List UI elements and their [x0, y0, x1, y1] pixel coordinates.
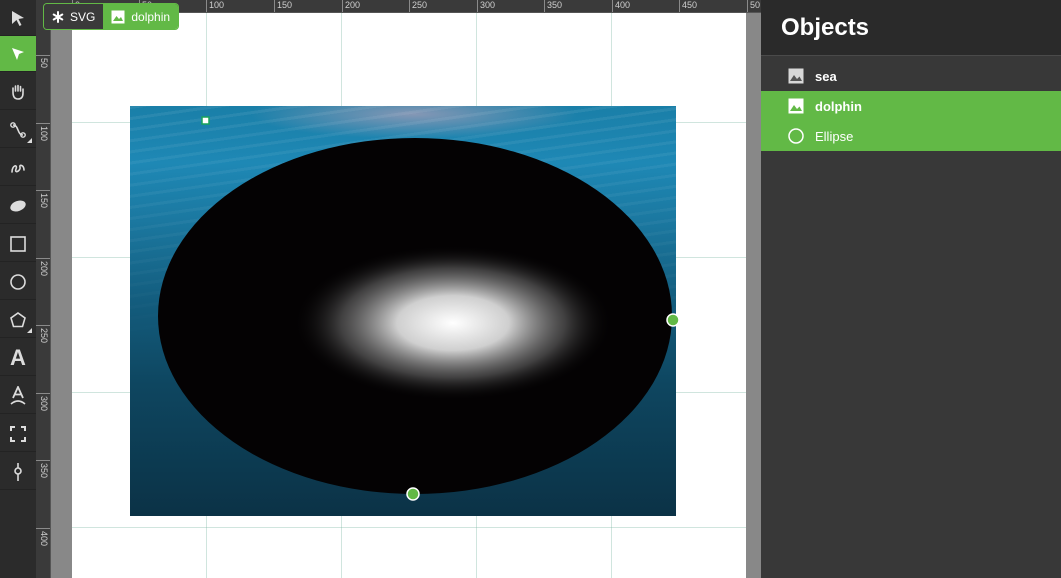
toolbar: A [0, 0, 37, 578]
ruler-tick [36, 460, 50, 461]
breadcrumb-dolphin-label: dolphin [131, 9, 171, 24]
ruler-label: 250 [412, 0, 428, 10]
node-path-icon [10, 121, 26, 138]
pin-node-icon [14, 462, 22, 481]
breadcrumb-dolphin[interactable]: dolphin [103, 4, 179, 29]
leaf-tool[interactable] [0, 188, 36, 224]
select-tool[interactable] [0, 0, 36, 36]
object-item-ellipse[interactable]: Ellipse [761, 121, 1061, 151]
ruler-tick [36, 325, 50, 326]
ruler-tick [36, 528, 50, 529]
submenu-corner-icon [27, 138, 32, 143]
object-item-label: sea [815, 68, 837, 84]
hand-icon [12, 84, 24, 100]
image-icon [788, 68, 804, 84]
ruler-label: 350 [547, 0, 563, 10]
objects-panel-title: Objects [781, 13, 870, 41]
ruler-left[interactable]: 50 100 150 200 250 300 350 400 [36, 12, 51, 578]
circle-icon [10, 273, 26, 290]
right-radius-handle[interactable] [666, 313, 680, 327]
submenu-corner-icon [27, 328, 32, 333]
frame-corners-icon [10, 425, 26, 442]
direct-select-arrow-icon [12, 47, 24, 60]
letter-a-icon: A [10, 344, 26, 370]
ruler-tick [36, 55, 50, 56]
ruler-tick [342, 0, 343, 12]
object-item-sea[interactable]: sea [761, 61, 1061, 91]
ruler-label: 400 [615, 0, 631, 10]
pencil-tool[interactable] [0, 150, 36, 186]
ruler-label: 200 [39, 261, 49, 277]
ruler-tick [477, 0, 478, 12]
crop-tool[interactable] [0, 416, 36, 452]
square-icon [10, 235, 26, 252]
ruler-label: 100 [39, 126, 49, 142]
ruler-tick [612, 0, 613, 12]
bottom-radius-handle[interactable] [406, 487, 420, 501]
freehand-squiggle-icon [11, 164, 25, 173]
rectangle-tool[interactable] [0, 226, 36, 262]
ellipse-tool[interactable] [0, 264, 36, 300]
ruler-tick [544, 0, 545, 12]
ruler-label: 150 [39, 193, 49, 209]
ruler-label: 50 [39, 58, 49, 69]
objects-panel-header: Objects [761, 0, 1061, 56]
hand-tool[interactable] [0, 74, 36, 110]
ruler-tick [36, 123, 50, 124]
ruler-tick [274, 0, 275, 12]
ruler-label: 250 [39, 328, 49, 344]
ruler-tick [679, 0, 680, 12]
canvas-workspace[interactable] [51, 13, 761, 578]
leaf-ellipse-icon [10, 200, 26, 211]
objects-panel: Objects sea dolphin Ellipse [761, 0, 1061, 578]
node-tool[interactable] [0, 112, 36, 148]
image-icon [788, 98, 804, 114]
text-tool[interactable]: A [0, 340, 36, 376]
ruler-tick [206, 0, 207, 12]
text-path-tool[interactable] [0, 378, 36, 414]
ruler-label: 50 [750, 0, 761, 10]
object-item-label: Ellipse [815, 128, 854, 144]
breadcrumb-svg-label: SVG [70, 9, 96, 24]
eyedropper-tool[interactable] [0, 454, 36, 490]
breadcrumb: SVG dolphin [44, 4, 179, 29]
ruler-label: 400 [39, 531, 49, 547]
object-item-dolphin[interactable]: dolphin [761, 91, 1061, 121]
image-icon [111, 10, 125, 23]
ruler-label: 300 [480, 0, 496, 10]
ruler-label: 200 [345, 0, 361, 10]
ellipse-layer [158, 116, 680, 501]
ruler-tick [36, 393, 50, 394]
ruler-tick [747, 0, 748, 12]
arrow-icon [12, 10, 24, 26]
ruler-label: 350 [39, 463, 49, 479]
breadcrumb-svg[interactable]: SVG [44, 4, 104, 29]
object-item-label: dolphin [815, 98, 862, 114]
ruler-label: 100 [209, 0, 225, 10]
corner-handle[interactable] [201, 116, 210, 125]
ruler-tick [36, 258, 50, 259]
circle-icon [788, 128, 804, 144]
letter-a-curve-icon [10, 385, 26, 405]
ruler-tick [409, 0, 410, 12]
ellipse-glow [293, 245, 613, 401]
asterisk-icon [52, 10, 64, 23]
polygon-tool[interactable] [0, 302, 36, 338]
ruler-label: 450 [682, 0, 698, 10]
pentagon-icon [10, 311, 26, 327]
direct-select-tool[interactable] [0, 36, 36, 72]
ruler-label: 150 [277, 0, 293, 10]
ruler-tick [36, 190, 50, 191]
ruler-label: 300 [39, 396, 49, 412]
